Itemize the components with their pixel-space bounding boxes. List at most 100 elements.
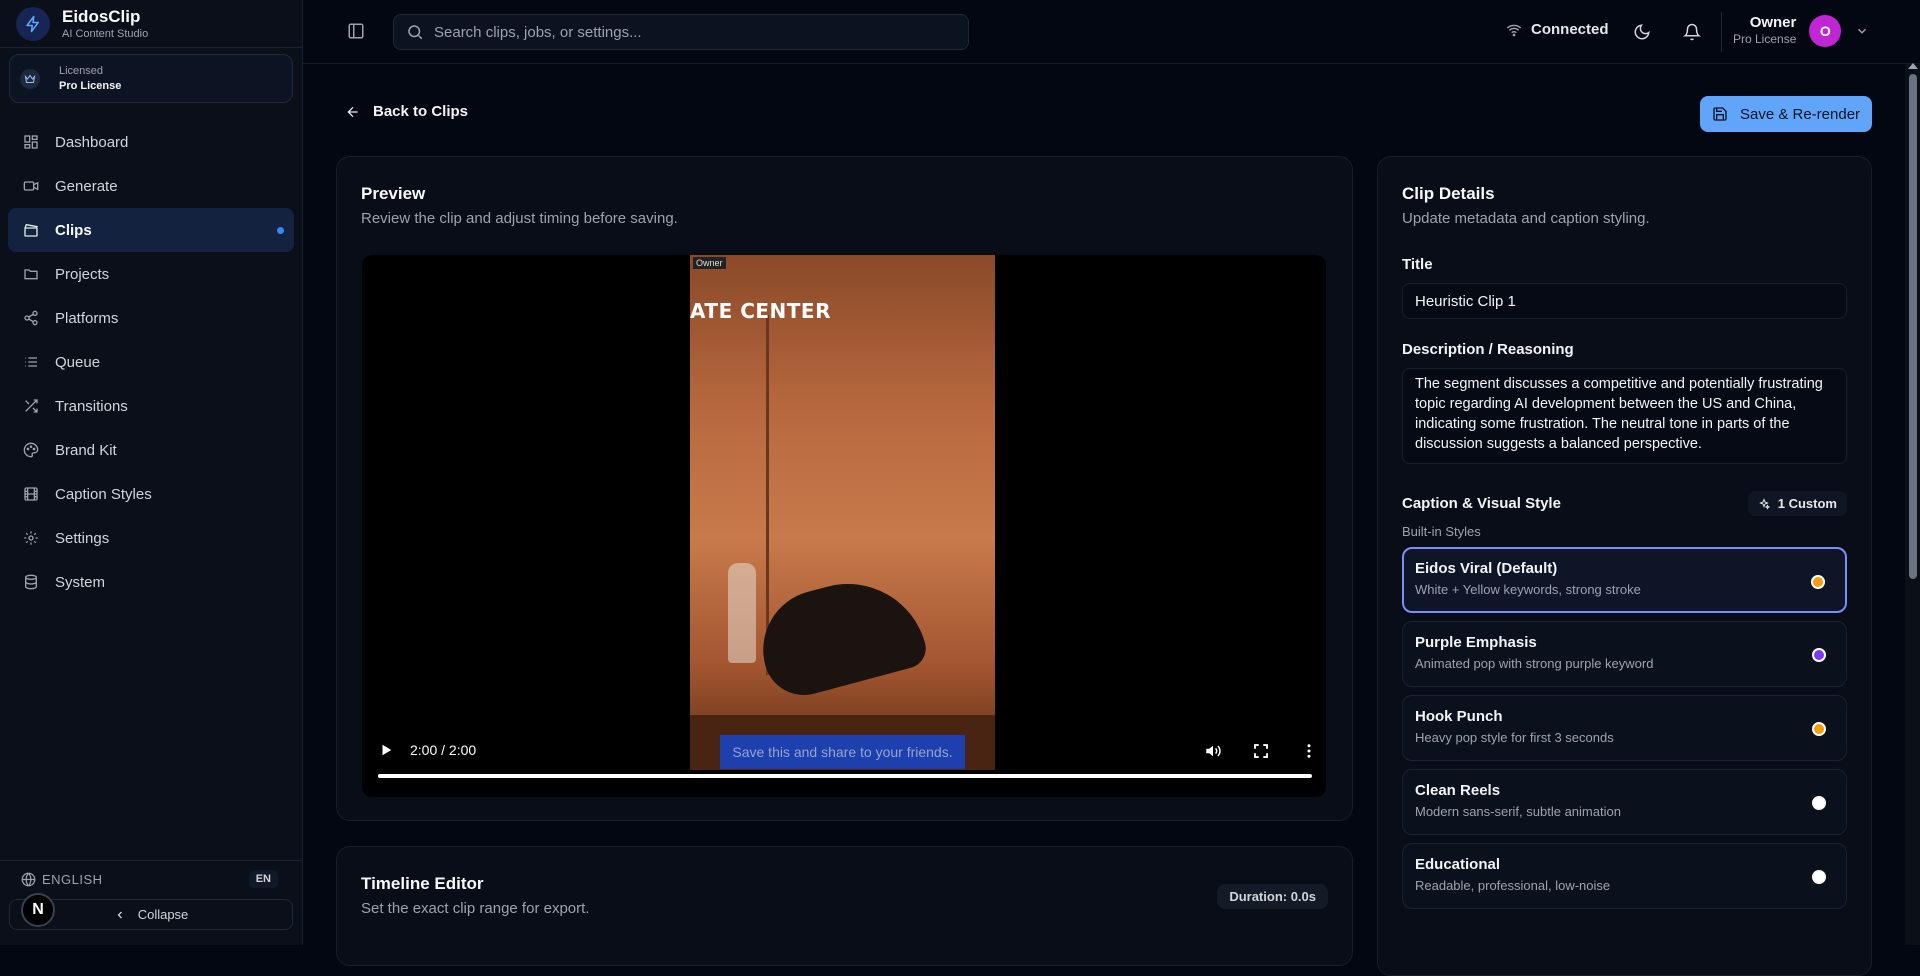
play-icon[interactable]	[379, 743, 393, 757]
license-label: Licensed	[59, 64, 104, 77]
back-to-clips-link[interactable]: Back to Clips	[345, 103, 468, 120]
timeline-card: Timeline Editor Set the exact clip range…	[336, 846, 1353, 966]
style-option-educational[interactable]: Educational Readable, professional, low-…	[1402, 843, 1847, 909]
timeline-subtitle: Set the exact clip range for export.	[361, 900, 590, 917]
scroll-thumb[interactable]	[1909, 74, 1917, 579]
more-vertical-icon[interactable]	[1300, 742, 1318, 760]
sidebar-item-projects[interactable]: Projects	[8, 252, 294, 296]
brand-header[interactable]: EidosClip AI Content Studio	[0, 0, 302, 48]
wifi-icon	[1506, 24, 1522, 36]
fullscreen-icon[interactable]	[1252, 742, 1270, 760]
timeline-title: Timeline Editor	[361, 874, 484, 893]
search-icon	[408, 25, 423, 40]
n-avatar[interactable]: N	[21, 893, 55, 927]
style-name: Eidos Viral (Default)	[1415, 560, 1558, 577]
connection-status: Connected	[1506, 21, 1609, 38]
sidebar-item-label: Settings	[55, 529, 110, 547]
style-desc: White + Yellow keywords, strong stroke	[1415, 582, 1641, 597]
sidebar-toggle-icon[interactable]	[347, 22, 365, 40]
scroll-up-arrow[interactable]	[1908, 63, 1918, 69]
sidebar-item-label: System	[55, 573, 106, 591]
style-option-hook-punch[interactable]: Hook Punch Heavy pop style for first 3 s…	[1402, 695, 1847, 761]
style-option-purple-emphasis[interactable]: Purple Emphasis Animated pop with strong…	[1402, 621, 1847, 687]
style-color-dot	[1812, 722, 1826, 736]
license-card[interactable]: Licensed Pro License	[9, 54, 293, 103]
save-rerender-button[interactable]: Save & Re-render	[1700, 96, 1872, 132]
share-icon	[24, 310, 38, 326]
frame-shoe	[749, 565, 931, 705]
style-section-label: Caption & Visual Style	[1402, 495, 1561, 512]
database-icon	[25, 574, 37, 590]
palette-icon	[23, 442, 39, 458]
sidebar-item-transitions[interactable]: Transitions	[8, 384, 294, 428]
topbar-divider	[1721, 12, 1722, 52]
details-title: Clip Details	[1402, 184, 1495, 203]
sidebar-item-dashboard[interactable]: Dashboard	[8, 120, 294, 164]
sidebar-item-settings[interactable]: Settings	[8, 516, 294, 560]
video-controls: 2:00 / 2:00	[362, 737, 1326, 797]
sparkles-icon	[1758, 497, 1770, 510]
style-name: Clean Reels	[1415, 782, 1501, 799]
sidebar-nav: Dashboard Generate Clips Projects Platfo…	[8, 120, 294, 604]
sidebar-item-generate[interactable]: Generate	[8, 164, 294, 208]
style-color-dot	[1811, 575, 1825, 589]
sidebar-item-label: Caption Styles	[55, 485, 152, 503]
sidebar-item-queue[interactable]: Queue	[8, 340, 294, 384]
clip-details-card: Clip Details Update metadata and caption…	[1377, 156, 1872, 976]
active-indicator-dot	[277, 226, 284, 234]
title-field-label: Title	[1402, 256, 1433, 273]
search-input[interactable]	[434, 23, 934, 41]
video-frame: Owner ATE CENTER Save this and share to …	[690, 255, 995, 770]
video-player[interactable]: Owner ATE CENTER Save this and share to …	[362, 255, 1326, 797]
user-menu[interactable]: Owner Pro License O	[1733, 14, 1869, 47]
save-icon	[1713, 107, 1727, 121]
folder-icon	[24, 269, 38, 280]
arrow-left-icon	[347, 106, 358, 117]
sidebar: EidosClip AI Content Studio Licensed Pro…	[0, 0, 303, 945]
sidebar-item-label: Transitions	[55, 397, 128, 415]
sidebar-item-label: Projects	[55, 265, 110, 283]
volume-icon[interactable]	[1204, 742, 1222, 760]
sidebar-item-clips[interactable]: Clips	[8, 208, 294, 252]
style-desc: Readable, professional, low-noise	[1415, 878, 1611, 893]
preview-subtitle: Review the clip and adjust timing before…	[361, 210, 678, 227]
style-option-clean-reels[interactable]: Clean Reels Modern sans-serif, subtle an…	[1402, 769, 1847, 835]
frame-bottle	[728, 563, 756, 663]
details-subtitle: Update metadata and caption styling.	[1402, 210, 1650, 227]
sidebar-item-brand-kit[interactable]: Brand Kit	[8, 428, 294, 472]
gear-icon	[24, 531, 38, 545]
globe-icon	[21, 872, 36, 886]
style-list: Eidos Viral (Default) White + Yellow key…	[1402, 547, 1847, 909]
app-subtitle: AI Content Studio	[62, 27, 149, 40]
frame-pole	[766, 315, 769, 675]
preview-title: Preview	[361, 184, 426, 203]
frame-owner-tag: Owner	[693, 257, 726, 269]
language-code-badge: EN	[248, 870, 278, 888]
moon-icon[interactable]	[1633, 23, 1651, 41]
style-option-eidos-viral[interactable]: Eidos Viral (Default) White + Yellow key…	[1402, 547, 1847, 613]
page-scrollbar[interactable]	[1905, 63, 1920, 945]
avatar: O	[1809, 14, 1842, 47]
builtin-styles-label: Built-in Styles	[1402, 524, 1481, 539]
bell-icon[interactable]	[1683, 23, 1701, 41]
video-icon	[23, 181, 39, 191]
sidebar-item-system[interactable]: System	[8, 560, 294, 604]
clapperboard-icon	[24, 223, 38, 237]
style-color-dot	[1812, 796, 1826, 810]
dashboard-icon	[24, 135, 38, 149]
shuffle-icon	[25, 399, 38, 413]
title-field[interactable]	[1402, 283, 1847, 319]
sidebar-item-label: Clips	[55, 221, 92, 239]
custom-count: 1 Custom	[1777, 496, 1837, 511]
user-role: Pro License	[1733, 32, 1797, 46]
description-field[interactable]: The segment discusses a competitive and …	[1402, 368, 1847, 464]
description-field-label: Description / Reasoning	[1402, 341, 1574, 358]
sidebar-item-platforms[interactable]: Platforms	[8, 296, 294, 340]
sidebar-item-label: Queue	[55, 353, 101, 371]
video-progress-bar[interactable]	[378, 774, 1312, 778]
search-bar[interactable]	[393, 14, 969, 50]
sidebar-item-caption-styles[interactable]: Caption Styles	[8, 472, 294, 516]
preview-card: Preview Review the clip and adjust timin…	[336, 156, 1353, 821]
custom-styles-badge[interactable]: 1 Custom	[1747, 491, 1847, 516]
language-selector[interactable]: ENGLISH EN	[0, 861, 302, 897]
